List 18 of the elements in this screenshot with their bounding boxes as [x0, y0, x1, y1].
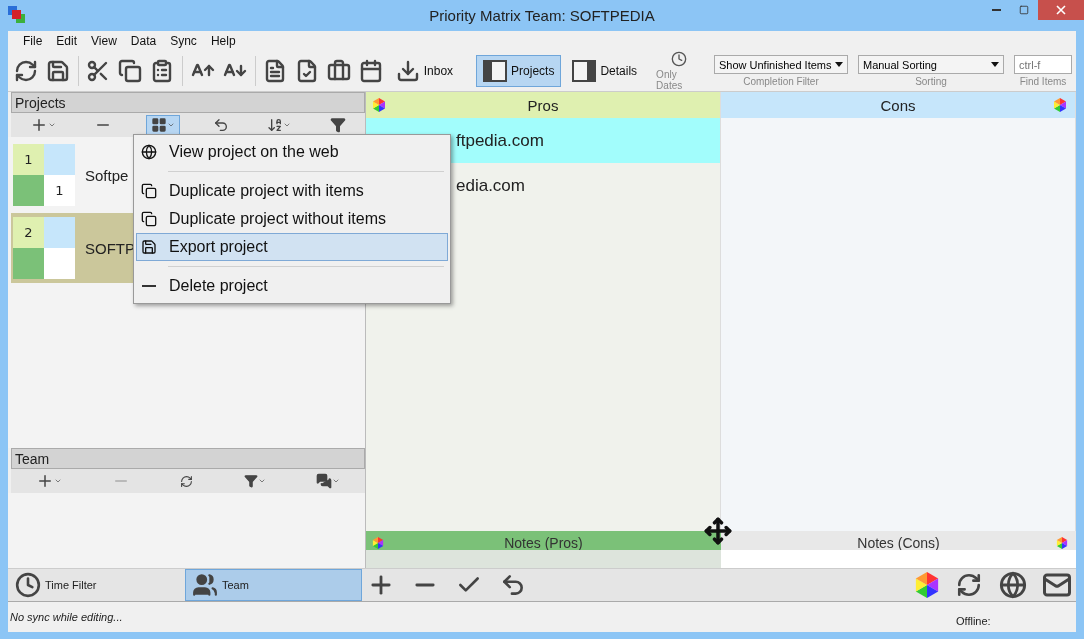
window-title: Priority Matrix Team: SOFTPEDIA: [429, 7, 655, 24]
quadrant-header: Pros: [366, 92, 720, 118]
quadrant-count: 1: [13, 144, 44, 175]
sorting-label: Sorting: [915, 76, 947, 87]
notes-header: Notes (Cons): [721, 531, 1076, 550]
notes-header: Notes (Pros): [366, 531, 721, 550]
find-items-label: Find Items: [1019, 76, 1067, 87]
offline-label: Offline:: [956, 615, 992, 627]
quadrant-count: 2: [13, 217, 44, 248]
project-name: Softpe: [85, 166, 129, 184]
completion-filter-label: Completion Filter: [743, 76, 819, 87]
only-dates-label: Only Dates: [656, 69, 684, 91]
project-name: SOFTP: [85, 239, 135, 257]
panel-header: Team: [11, 448, 365, 469]
status-message: No sync while editing...: [10, 611, 123, 623]
quadrant-header: Cons: [721, 92, 1075, 118]
panel-header: Projects: [11, 92, 365, 113]
quadrant-count: 1: [44, 175, 75, 206]
